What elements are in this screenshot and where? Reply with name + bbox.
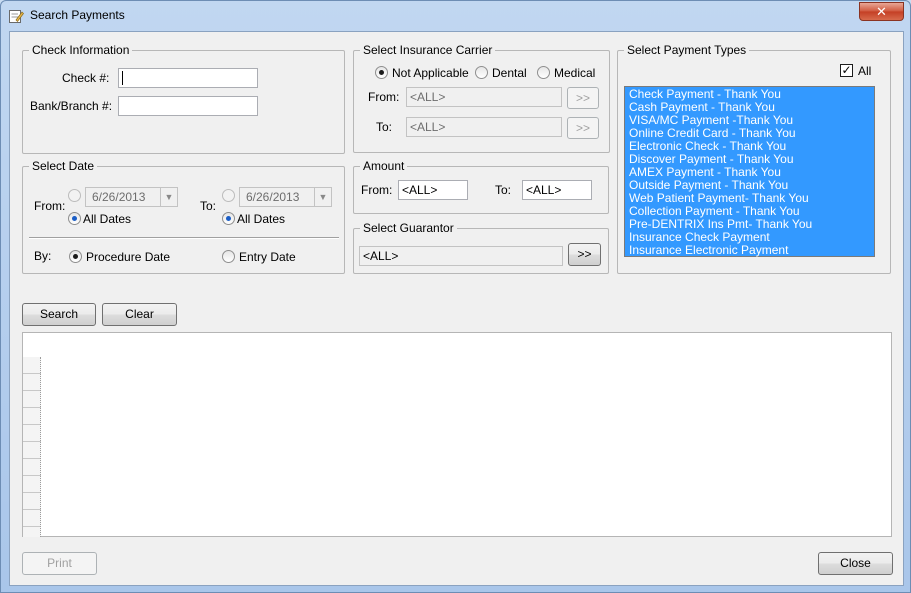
date-divider [29,237,339,239]
date-from-radio[interactable] [68,189,81,202]
procedure-date-radio[interactable] [69,250,82,263]
row-header-column [23,357,41,537]
insurance-dental-label: Dental [492,66,527,80]
insurance-medical-label: Medical [554,66,596,80]
check-number-input[interactable] [118,68,258,88]
date-from-all-dates-radio[interactable] [68,212,81,225]
chevron-down-icon[interactable]: ▼ [314,188,331,206]
procedure-date-label: Procedure Date [86,250,171,264]
bank-branch-input[interactable] [118,96,258,116]
insurance-to-input[interactable]: <ALL> [406,117,562,137]
amount-from-label: From: [361,183,393,197]
check-information-group: Check Information Check #: Bank/Branch #… [22,43,345,154]
payment-types-legend: Select Payment Types [624,43,750,57]
all-payment-types-checkbox[interactable]: ✓ [840,64,853,77]
results-grid[interactable] [22,332,892,537]
entry-date-label: Entry Date [239,250,296,264]
insurance-from-label: From: [368,90,400,104]
insurance-medical-radio[interactable] [537,66,550,79]
edit-document-icon [9,10,24,23]
date-from-all-dates-label: All Dates [83,212,132,226]
insurance-to-browse-button[interactable]: >> [567,117,599,139]
payment-types-group: Select Payment Types ✓ All Check Payment… [617,43,891,274]
list-item[interactable]: Insurance Electronic Payment [629,244,870,257]
all-payment-types-label: All [858,64,872,78]
insurance-carrier-group: Select Insurance Carrier Not Applicable … [353,43,610,153]
print-button[interactable]: Print [22,552,97,575]
guarantor-group: Select Guarantor <ALL> >> [353,221,609,274]
check-information-legend: Check Information [29,43,133,57]
date-from-value: 6/26/2013 [92,190,146,204]
date-to-picker[interactable]: 6/26/2013 ▼ [239,187,332,207]
insurance-from-input[interactable]: <ALL> [406,87,562,107]
window-title: Search Payments [30,8,125,22]
insurance-to-label: To: [376,120,393,134]
date-from-picker[interactable]: 6/26/2013 ▼ [85,187,178,207]
check-number-label: Check #: [62,71,110,85]
insurance-not-applicable-radio[interactable] [375,66,388,79]
amount-from-input[interactable]: <ALL> [398,180,468,200]
insurance-carrier-legend: Select Insurance Carrier [360,43,496,57]
chevron-down-icon[interactable]: ▼ [160,188,177,206]
date-to-value: 6/26/2013 [246,190,300,204]
amount-to-input[interactable]: <ALL> [522,180,592,200]
payment-types-listbox[interactable]: Check Payment - Thank You Cash Payment -… [624,86,875,257]
date-by-label: By: [34,249,52,263]
entry-date-radio[interactable] [222,250,235,263]
date-from-label: From: [34,199,66,213]
date-to-label: To: [200,199,217,213]
amount-group: Amount From: <ALL> To: <ALL> [353,159,609,214]
clear-button[interactable]: Clear [102,303,177,326]
close-button[interactable]: Close [818,552,893,575]
select-date-legend: Select Date [29,159,98,173]
select-date-group: Select Date From: 6/26/2013 ▼ All Dates … [22,159,345,274]
window-close-button[interactable]: ✕ [859,2,904,21]
amount-to-label: To: [495,183,512,197]
date-to-all-dates-radio[interactable] [222,212,235,225]
title-bar: Search Payments ✕ [1,1,910,31]
search-button[interactable]: Search [22,303,96,326]
amount-legend: Amount [360,159,408,173]
date-to-all-dates-label: All Dates [237,212,286,226]
search-payments-window: Search Payments ✕ Check Information Chec… [0,0,911,593]
insurance-dental-radio[interactable] [475,66,488,79]
bank-branch-label: Bank/Branch #: [30,99,113,113]
guarantor-browse-button[interactable]: >> [568,243,601,266]
insurance-from-browse-button[interactable]: >> [567,87,599,109]
guarantor-input[interactable]: <ALL> [359,246,563,266]
guarantor-legend: Select Guarantor [360,221,457,235]
text-caret [122,71,123,85]
dialog-body: Check Information Check #: Bank/Branch #… [9,31,904,586]
insurance-not-applicable-label: Not Applicable [392,66,469,80]
date-to-radio[interactable] [222,189,235,202]
